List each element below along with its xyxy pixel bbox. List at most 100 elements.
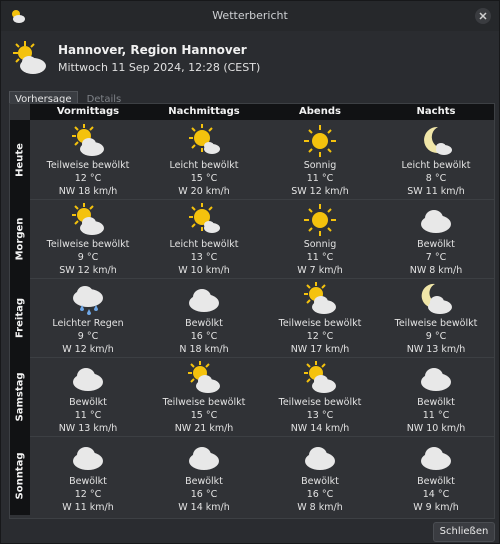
forecast-cell: Leicht bewölkt 13 °C W 10 km/h <box>146 199 262 278</box>
forecast-cell: Bewölkt 11 °C NW 13 km/h <box>30 357 146 436</box>
temperature-text: 7 °C <box>425 252 447 263</box>
forecast-cell: Bewölkt 11 °C NW 10 km/h <box>378 357 494 436</box>
wind-text: NW 18 km/h <box>58 186 118 197</box>
wind-text: W 10 km/h <box>178 265 230 276</box>
forecast-cell: Bewölkt 12 °C W 11 km/h <box>30 436 146 515</box>
forecast-cell: Bewölkt 14 °C W 9 km/h <box>378 436 494 515</box>
forecast-grid: Vormittags Nachmittags Abends Nachts Heu… <box>9 103 495 519</box>
forecast-datetime: Mittwoch 11 Sep 2024, 12:28 (CEST) <box>58 61 261 74</box>
sun-cloud-small-icon <box>189 203 220 233</box>
moon-cloud-small-icon <box>424 126 452 155</box>
condition-text: Bewölkt <box>185 476 223 487</box>
forecast-cell: Teilweise bewölkt 9 °C SW 12 km/h <box>30 199 146 278</box>
window-title: Wetterbericht <box>212 9 288 22</box>
wind-text: NW 13 km/h <box>58 423 118 434</box>
wind-text: NW 21 km/h <box>174 423 234 434</box>
column-header-row: Vormittags Nachmittags Abends Nachts <box>30 104 494 120</box>
condition-text: Teilweise bewölkt <box>278 318 362 329</box>
location-title: Hannover, Region Hannover <box>58 43 247 57</box>
partly-cloudy-day-icon <box>72 124 104 156</box>
wind-text: NW 13 km/h <box>406 344 466 355</box>
condition-text: Teilweise bewölkt <box>46 160 130 171</box>
temperature-text: 11 °C <box>306 173 334 184</box>
cloud-icon <box>421 210 451 233</box>
row-header-3: Samstag <box>10 357 30 436</box>
close-button[interactable]: Schließen <box>433 522 495 542</box>
forecast-cell: Sonnig 11 °C W 7 km/h <box>262 199 378 278</box>
condition-text: Bewölkt <box>69 476 107 487</box>
wind-text: SW 12 km/h <box>59 265 117 276</box>
temperature-text: 9 °C <box>77 331 99 342</box>
temperature-text: 12 °C <box>74 173 102 184</box>
wind-text: W 9 km/h <box>413 502 459 513</box>
wind-text: NW 17 km/h <box>290 344 350 355</box>
tab-bar: Vorhersage Details <box>9 87 130 107</box>
day-label: Sonntag <box>14 452 26 499</box>
forecast-cell: Teilweise bewölkt 13 °C NW 14 km/h <box>262 357 378 436</box>
window-close-button[interactable] <box>475 8 491 24</box>
wind-text: W 8 km/h <box>297 502 343 513</box>
condition-text: Bewölkt <box>417 397 455 408</box>
temperature-text: 9 °C <box>425 331 447 342</box>
wind-text: W 11 km/h <box>62 502 114 513</box>
condition-text: Sonnig <box>303 239 337 250</box>
day-label: Morgen <box>14 217 26 260</box>
cloud-icon <box>189 289 219 312</box>
column-header-afternoon: Nachmittags <box>168 106 240 117</box>
wind-text: SW 11 km/h <box>407 186 465 197</box>
wind-text: NW 14 km/h <box>290 423 350 434</box>
sun-cloud-small-icon <box>189 124 220 154</box>
temperature-text: 9 °C <box>77 252 99 263</box>
temperature-text: 13 °C <box>306 410 334 421</box>
partly-cloudy-day-icon <box>304 282 336 314</box>
forecast-cell: Bewölkt 7 °C NW 8 km/h <box>378 199 494 278</box>
temperature-text: 8 °C <box>425 173 447 184</box>
wind-text: W 20 km/h <box>178 186 230 197</box>
forecast-cell: Teilweise bewölkt 12 °C NW 17 km/h <box>262 278 378 357</box>
temperature-text: 11 °C <box>306 252 334 263</box>
row-header-4: Sonntag <box>10 436 30 515</box>
temperature-text: 11 °C <box>422 410 450 421</box>
cloud-icon <box>73 447 103 470</box>
condition-text: Teilweise bewölkt <box>162 397 246 408</box>
forecast-cell: Leichter Regen 9 °C W 12 km/h <box>30 278 146 357</box>
partly-cloudy-night-icon <box>421 283 452 314</box>
temperature-text: 11 °C <box>74 410 102 421</box>
column-header-evening: Abends <box>299 106 341 117</box>
condition-text: Leicht bewölkt <box>169 160 239 171</box>
condition-text: Bewölkt <box>417 239 455 250</box>
wind-text: W 7 km/h <box>297 265 343 276</box>
condition-text: Leicht bewölkt <box>401 160 471 171</box>
condition-text: Bewölkt <box>185 318 223 329</box>
temperature-text: 14 °C <box>422 489 450 500</box>
day-label: Samstag <box>14 371 26 422</box>
condition-text: Teilweise bewölkt <box>46 239 130 250</box>
forecast-cell: Teilweise bewölkt 9 °C NW 13 km/h <box>378 278 494 357</box>
close-icon <box>479 12 487 20</box>
forecast-cell: Leicht bewölkt 15 °C W 20 km/h <box>146 120 262 199</box>
wind-text: NW 8 km/h <box>409 265 463 276</box>
condition-text: Teilweise bewölkt <box>278 397 362 408</box>
partly-cloudy-day-icon <box>72 203 104 235</box>
wind-text: SW 12 km/h <box>291 186 349 197</box>
temperature-text: 15 °C <box>190 410 218 421</box>
wind-text: W 12 km/h <box>62 344 114 355</box>
temperature-text: 13 °C <box>190 252 218 263</box>
temperature-text: 16 °C <box>190 489 218 500</box>
condition-text: Bewölkt <box>301 476 339 487</box>
wind-text: W 14 km/h <box>178 502 230 513</box>
row-header-1: Morgen <box>10 199 30 278</box>
column-header-night: Nachts <box>416 106 456 117</box>
temperature-text: 16 °C <box>190 331 218 342</box>
temperature-text: 16 °C <box>306 489 334 500</box>
condition-text: Teilweise bewölkt <box>394 318 478 329</box>
condition-text: Bewölkt <box>69 397 107 408</box>
partly-cloudy-icon <box>13 41 46 74</box>
temperature-text: 15 °C <box>190 173 218 184</box>
temperature-text: 12 °C <box>306 331 334 342</box>
row-header-2: Freitag <box>10 278 30 357</box>
cloud-icon <box>421 368 451 391</box>
forecast-cell: Sonnig 11 °C SW 12 km/h <box>262 120 378 199</box>
forecast-cell: Bewölkt 16 °C N 18 km/h <box>146 278 262 357</box>
condition-text: Leicht bewölkt <box>169 239 239 250</box>
